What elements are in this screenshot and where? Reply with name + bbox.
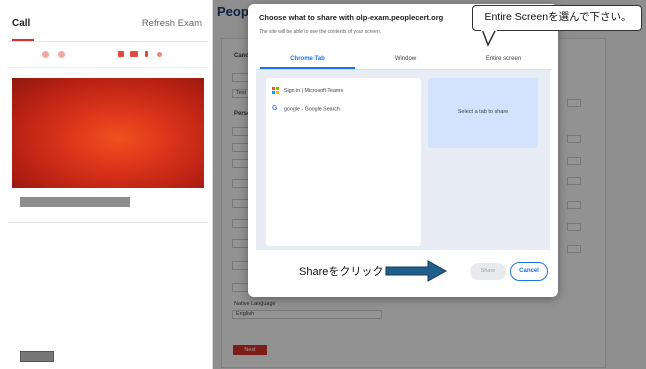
- share-button[interactable]: Share: [470, 263, 506, 280]
- google-icon: G: [272, 105, 278, 112]
- callout-text: Entire Screenを選んで下さい。: [484, 11, 632, 23]
- share-dialog: Choose what to share with olp-exam.peopl…: [248, 4, 558, 297]
- list-item[interactable]: Ggoogle - Google Search: [272, 104, 340, 114]
- preview-pane: Select a tab to share: [428, 78, 538, 148]
- call-tab[interactable]: Call: [12, 18, 30, 29]
- list-item[interactable]: Sign in | Microsoft Teams: [272, 86, 343, 96]
- callout-annotation: Entire Screenを選んで下さい。: [472, 5, 642, 31]
- callout-pointer: [481, 29, 497, 47]
- tab-chrome-tab[interactable]: Chrome Tab: [260, 56, 355, 62]
- screen-share-icon[interactable]: [157, 52, 162, 57]
- share-hint-text: Shareをクリック: [299, 266, 384, 278]
- cancel-button[interactable]: Cancel: [510, 262, 548, 281]
- arrow-right-icon: [385, 260, 448, 282]
- list-item-label: Sign in | Microsoft Teams: [284, 88, 343, 94]
- list-item-label: google - Google Search: [284, 106, 340, 113]
- microsoft-icon: [272, 87, 279, 95]
- tab-entire-screen[interactable]: Entire screen: [456, 56, 551, 62]
- refresh-exam-button[interactable]: Refresh Exam: [142, 18, 202, 29]
- video-feed: [12, 78, 204, 188]
- divider: [8, 222, 208, 223]
- status-indicator-icon: [58, 51, 65, 58]
- participant-name-bar: [20, 197, 130, 207]
- share-content-area: Sign in | Microsoft Teams Ggoogle - Goog…: [256, 70, 550, 250]
- dialog-title: Choose what to share with olp-exam.peopl…: [259, 13, 444, 22]
- tab-list: Sign in | Microsoft Teams Ggoogle - Goog…: [266, 78, 421, 246]
- stop-icon[interactable]: [118, 51, 124, 57]
- call-controls: [8, 42, 208, 68]
- record-indicator-icon: [42, 51, 49, 58]
- microphone-icon[interactable]: [145, 51, 148, 57]
- camera-icon[interactable]: [130, 51, 138, 57]
- preview-text: Select a tab to share: [457, 109, 509, 115]
- call-tab-underline: [12, 39, 34, 41]
- screen: Call Refresh Exam People Cand Test Perso: [0, 0, 646, 369]
- tab-window[interactable]: Window: [358, 56, 453, 62]
- status-badge: [20, 351, 54, 362]
- dialog-subtitle: The site will be able to see the content…: [259, 29, 382, 35]
- call-panel: Call Refresh Exam: [8, 12, 208, 369]
- call-header: Call Refresh Exam: [8, 12, 208, 42]
